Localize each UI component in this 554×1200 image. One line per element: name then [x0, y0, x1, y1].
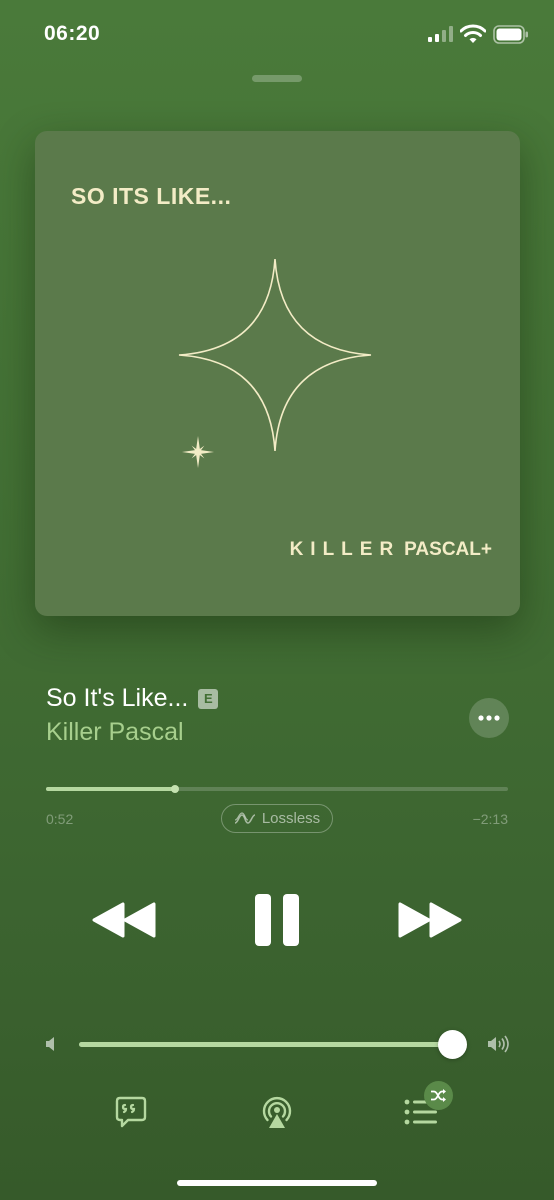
lyrics-button[interactable] [114, 1095, 148, 1129]
cellular-signal-icon [428, 26, 453, 42]
fast-forward-icon [398, 902, 462, 938]
home-indicator[interactable] [177, 1180, 377, 1186]
status-bar: 06:20 [0, 0, 554, 70]
artwork-title: SO ITS LIKE... [71, 183, 232, 209]
time-remaining: −2:13 [472, 811, 508, 827]
lyrics-icon [115, 1096, 147, 1128]
fast-forward-button[interactable] [398, 900, 462, 940]
status-time: 06:20 [44, 22, 101, 45]
playback-progress-fill [46, 787, 176, 791]
airplay-icon [262, 1097, 292, 1128]
volume-high-icon [488, 1035, 509, 1053]
lossless-badge[interactable]: Lossless [221, 804, 333, 833]
explicit-badge: E [198, 688, 219, 709]
rewind-icon [92, 902, 156, 938]
track-artist[interactable]: Killer Pascal [46, 718, 184, 747]
lossless-wave-icon [234, 811, 256, 824]
artwork-artist: KILLER PASCAL+ [290, 539, 492, 561]
more-options-button[interactable] [469, 698, 509, 738]
wifi-icon [460, 24, 486, 43]
sparkle-icon [182, 436, 214, 468]
four-point-star-icon [178, 258, 372, 452]
track-title-row: So It's Like... E [46, 684, 219, 713]
more-icon [478, 715, 500, 721]
rewind-button[interactable] [92, 900, 156, 940]
playback-scrubber-knob[interactable] [171, 785, 180, 793]
album-artwork: SO ITS LIKE... KILLER PASCAL+ [35, 131, 520, 616]
artwork-artist-suffix: + [480, 539, 492, 560]
artwork-artist-first: KILLER [289, 539, 401, 560]
sheet-grabber[interactable] [252, 75, 302, 82]
shuffle-button[interactable] [424, 1081, 453, 1110]
volume-knob[interactable] [438, 1030, 468, 1059]
pause-icon [255, 894, 299, 946]
volume-slider[interactable] [79, 1030, 468, 1059]
artwork-artist-last: PASCAL [404, 539, 481, 560]
volume-fill [79, 1042, 453, 1047]
battery-icon [493, 25, 528, 44]
playback-scrubber[interactable] [46, 785, 508, 793]
volume-low-icon [46, 1037, 54, 1051]
airplay-button[interactable] [260, 1095, 294, 1129]
pause-button[interactable] [253, 892, 301, 948]
shuffle-icon [431, 1089, 446, 1102]
lossless-label: Lossless [261, 810, 321, 827]
track-title[interactable]: So It's Like... [46, 684, 188, 713]
time-elapsed: 0:52 [46, 811, 74, 827]
